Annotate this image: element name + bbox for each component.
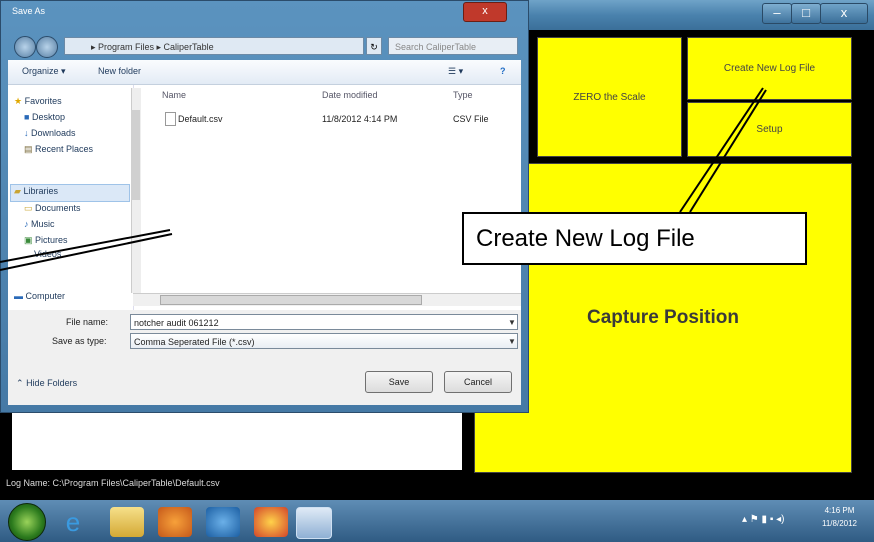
file-explorer-icon[interactable] bbox=[110, 507, 144, 537]
network-icon[interactable] bbox=[206, 507, 240, 537]
start-button[interactable] bbox=[8, 503, 46, 541]
callout-lines bbox=[0, 87, 767, 271]
media-player-icon[interactable] bbox=[158, 507, 192, 537]
system-tray-icons[interactable]: ▴ ⚑ ▮ ▪ ◂) bbox=[742, 514, 785, 525]
internet-explorer-icon[interactable]: e bbox=[56, 507, 90, 537]
paint-icon[interactable] bbox=[254, 507, 288, 537]
clock[interactable]: 4:16 PM 11/8/2012 bbox=[822, 504, 857, 530]
running-app-icon[interactable] bbox=[296, 507, 332, 539]
callout-label: Create New Log File bbox=[462, 212, 807, 265]
